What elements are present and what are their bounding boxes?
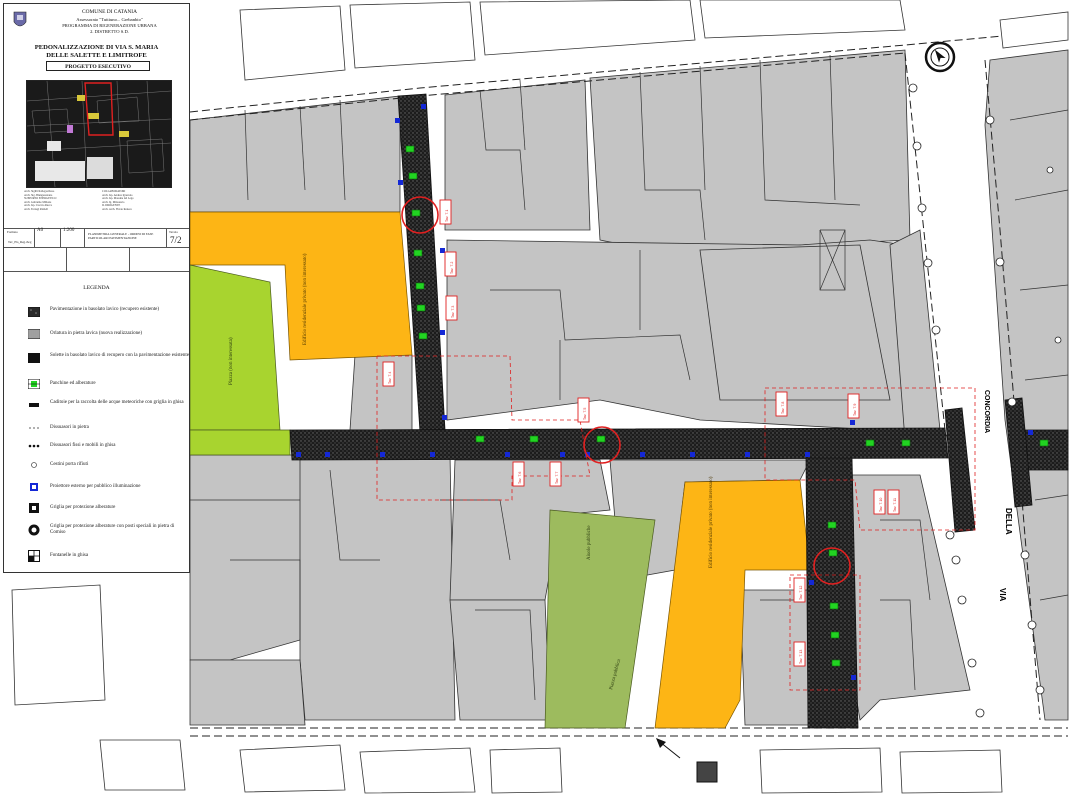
legend-title: LEGENDA	[83, 285, 110, 291]
table-divider	[4, 271, 189, 272]
title-block-panel: COMUNE DI CATANIA Assessorato "Tuttiuno.…	[3, 3, 190, 573]
format-label: Formato	[7, 230, 18, 234]
fountain-icon	[28, 550, 40, 562]
tree-icon	[28, 379, 40, 389]
sheet-label: Tavola	[169, 230, 178, 234]
legend-text: Orlatura in pietra lavica (nuova realizz…	[50, 331, 143, 336]
legend-text: Pavimentazione in basolato lavico (recup…	[50, 307, 159, 312]
credits-right: COLLABORATORI Arch. Isp. Andrea Igrestol…	[102, 190, 172, 212]
round-grate-icon	[28, 524, 40, 536]
access-arrow-icon	[656, 738, 718, 783]
legend-text: Cestini porta rifiuti	[50, 462, 89, 467]
drain-grate-icon	[29, 403, 39, 407]
inset-map-image	[27, 81, 171, 187]
location-inset-map	[26, 80, 172, 188]
iron-bollard-icon	[28, 444, 40, 448]
file-name: Tav_Pla_Reg.dwg	[8, 240, 32, 244]
legend-text: Panchine ed alberature	[50, 381, 96, 386]
district-name: 2. DISTRETTO S.D.	[90, 29, 129, 34]
paving-icon	[28, 307, 40, 317]
lamp-icon	[30, 483, 38, 491]
legend-text: Dissuasori in pietra	[50, 425, 89, 430]
legend-text: Fontanelle in ghisa	[50, 553, 89, 558]
table-divider	[4, 247, 189, 248]
city-crest-icon	[13, 11, 27, 27]
municipality-name: COMUNE DI CATANIA	[82, 9, 137, 15]
sheet-number: 7/2	[170, 235, 182, 245]
solid-paving-icon	[28, 353, 40, 363]
legend-text: Solette in basolato lavico di recupero c…	[50, 353, 189, 358]
table-divider	[84, 228, 85, 247]
credits-block: Arch. Sigilli Rallegoribuso Arch. Sig. B…	[24, 190, 174, 220]
tree-grate-icon	[29, 503, 39, 513]
table-divider	[34, 228, 35, 247]
format-value: A0	[37, 228, 44, 233]
table-divider	[66, 247, 67, 271]
credit-line: Arch. Arch. Flavio Reneco	[102, 207, 133, 211]
table-divider	[129, 247, 130, 271]
legend-text: Griglia per protezione alberature con po…	[50, 524, 175, 536]
sheet-description: PLANIMETRIA GENERALE - ORDINI DI FASE PA…	[88, 232, 154, 240]
legend-text: Dissuasori fissi e mobili in ghisa	[50, 443, 116, 448]
table-divider	[166, 228, 167, 247]
legend-text: Proiettore esterno per pubblico illumina…	[50, 484, 141, 489]
curb-icon	[28, 329, 40, 339]
legend-text: Griglia per protezione alberature	[50, 505, 116, 510]
credit-line: Arch. Ferrugi Riabell	[24, 207, 49, 211]
scale-value: 1:200	[63, 228, 75, 233]
program-name: PROGRAMMA DI RIGENERAZIONE URBANA	[62, 23, 157, 28]
stone-bollard-icon	[29, 427, 39, 429]
legend-text: Caditoie per la raccolta delle acque met…	[50, 400, 184, 405]
table-divider	[4, 228, 189, 229]
department-name: Assessorato "Tuttiuno... Grebanbio"	[76, 17, 143, 22]
project-title-line-1: PEDONALIZZAZIONE DI VIA S. MARIA	[34, 44, 159, 51]
table-divider	[60, 228, 61, 247]
project-title: PEDONALIZZAZIONE DI VIA S. MARIA DELLE S…	[8, 44, 185, 60]
waste-bin-icon	[31, 462, 37, 468]
project-title-line-2: DELLE SALETTE E LIMITROFE	[46, 52, 147, 59]
credits-left: Arch. Sigilli Rallegoribuso Arch. Sig. B…	[24, 190, 94, 212]
project-phase: PROGETTO ESECUTIVO	[46, 61, 150, 71]
north-arrow-icon	[924, 41, 956, 73]
